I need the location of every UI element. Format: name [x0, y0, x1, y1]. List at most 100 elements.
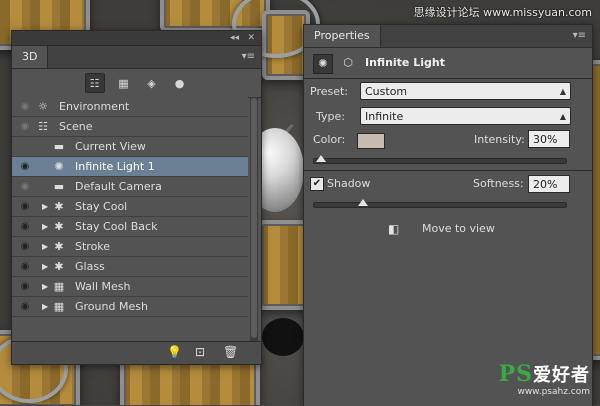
- layer-row[interactable]: ▬ Current View: [12, 137, 248, 157]
- mesh-icon: ✱: [54, 200, 64, 213]
- close-icon[interactable]: ✕: [247, 31, 255, 45]
- layer-label: Current View: [75, 140, 146, 153]
- panel-properties: Properties ▾≡ ✺ ⬡ Infinite Light Preset:…: [303, 24, 593, 406]
- add-light-icon[interactable]: 💡: [167, 345, 182, 359]
- scene-filter-icon[interactable]: ☷: [84, 73, 105, 93]
- intensity-label: Intensity:: [474, 133, 525, 146]
- hole-shape: [262, 318, 304, 356]
- expand-arrow-icon[interactable]: ▶: [42, 197, 48, 216]
- visibility-eye-icon[interactable]: ◉: [16, 97, 34, 116]
- mesh-icon: ✱: [54, 240, 64, 253]
- softness-label: Softness:: [473, 177, 524, 190]
- preset-label: Preset:: [310, 85, 349, 98]
- mesh-icon: ✱: [54, 220, 64, 233]
- coordinates-mode-icon[interactable]: ⬡: [339, 54, 357, 72]
- visibility-eye-icon[interactable]: ◉: [16, 197, 34, 216]
- softness-slider-knob[interactable]: [358, 199, 369, 206]
- layer-label: Scene: [59, 120, 93, 133]
- expand-arrow-icon[interactable]: ▶: [42, 297, 48, 316]
- infinite-light-icon: ✺: [54, 160, 64, 173]
- layer-label: Stroke: [75, 240, 111, 253]
- layer-label: Stay Cool Back: [75, 220, 158, 233]
- collapse-icon[interactable]: ◂◂: [230, 31, 239, 45]
- visibility-eye-icon[interactable]: ◉: [16, 277, 34, 296]
- intensity-slider[interactable]: [313, 158, 567, 164]
- type-value: Infinite: [365, 110, 404, 123]
- move-to-view-icon: ◧: [388, 222, 400, 236]
- expand-arrow-icon[interactable]: ▶: [42, 237, 48, 256]
- layer-row[interactable]: ◉ ▶ ✱ Stroke: [12, 237, 248, 257]
- visibility-eye-icon[interactable]: ◉: [16, 117, 34, 136]
- panel-3d: ◂◂ ✕ 3D ▾≡ ☷ ▦ ◈ ● ◉ ☼ Environment ◉ ☷ Scene ▬ Cur…: [11, 30, 262, 365]
- environment-icon: ☼: [38, 100, 48, 113]
- panel-menu-icon[interactable]: ▾≡: [573, 30, 586, 41]
- layer-row[interactable]: ◉ ▶ ✱ Glass: [12, 257, 248, 277]
- delete-icon[interactable]: 🗑: [223, 345, 238, 359]
- camera-icon: ▬: [53, 140, 65, 153]
- light-filter-icon[interactable]: ●: [171, 74, 189, 92]
- light-mode-icon[interactable]: ✺: [313, 54, 333, 74]
- layer-list: ◉ ☼ Environment ◉ ☷ Scene ▬ Current View ◉ ✺ Infin…: [12, 97, 248, 317]
- visibility-eye-icon[interactable]: ◉: [16, 237, 34, 256]
- layer-label: Default Camera: [75, 180, 162, 193]
- expand-arrow-icon[interactable]: ▶: [42, 277, 48, 296]
- watermark-top: 思缘设计论坛 www.missyuan.com: [413, 6, 592, 19]
- mesh-filter-icon[interactable]: ▦: [115, 74, 133, 92]
- tab-properties[interactable]: Properties: [304, 25, 381, 47]
- type-select[interactable]: Infinite ▲: [360, 107, 571, 125]
- panel-titlebar: ◂◂ ✕: [12, 31, 261, 46]
- expand-arrow-icon[interactable]: ▶: [42, 257, 48, 276]
- watermark-bottom: PS爱好者 www.psahz.com: [499, 361, 590, 397]
- watermark-url: www.psahz.com: [517, 387, 590, 397]
- scrollbar[interactable]: [250, 97, 258, 351]
- filter-toolbar: ☷ ▦ ◈ ●: [12, 69, 261, 98]
- preset-value: Custom: [365, 85, 408, 98]
- layer-label: Environment: [59, 100, 130, 113]
- panel-tabs: Properties ▾≡: [304, 25, 592, 48]
- layer-row[interactable]: ◉ ☷ Scene: [12, 117, 248, 137]
- chevron-updown-icon: ▲: [559, 87, 566, 96]
- expand-arrow-icon[interactable]: ▶: [42, 217, 48, 236]
- render-icon[interactable]: ⊡: [195, 345, 205, 359]
- layer-row[interactable]: ◉ ▶ ✱ Stay Cool Back: [12, 217, 248, 237]
- layer-label: Wall Mesh: [75, 280, 131, 293]
- panel-menu-icon[interactable]: ▾≡: [242, 51, 255, 62]
- layer-row[interactable]: ◉ ▶ ✱ Stay Cool: [12, 197, 248, 217]
- chevron-updown-icon: ▲: [559, 112, 566, 121]
- layer-label: Ground Mesh: [75, 300, 148, 313]
- layer-row[interactable]: ◉ ▬ Default Camera: [12, 177, 248, 197]
- properties-title: Infinite Light: [365, 56, 445, 69]
- intensity-input[interactable]: 30%: [528, 130, 570, 148]
- panel-tabs: 3D ▾≡: [12, 46, 261, 69]
- layer-label: Infinite Light 1: [75, 160, 155, 173]
- scene-icon: ☷: [38, 120, 48, 133]
- preset-select[interactable]: Custom ▲: [360, 82, 571, 100]
- scroll-thumb[interactable]: [251, 98, 257, 338]
- mesh-icon: ✱: [54, 260, 64, 273]
- material-filter-icon[interactable]: ◈: [143, 74, 161, 92]
- type-label: Type:: [316, 110, 345, 123]
- move-to-view-label: Move to view: [422, 222, 495, 235]
- tab-3d[interactable]: 3D: [12, 46, 49, 68]
- mesh-icon: ▦: [53, 280, 65, 293]
- visibility-eye-icon[interactable]: ◉: [16, 297, 34, 316]
- watermark-logo: PS爱好者: [498, 361, 590, 387]
- layer-row[interactable]: ◉ ✺ Infinite Light 1: [12, 157, 248, 177]
- layer-label: Glass: [75, 260, 105, 273]
- layer-row[interactable]: ◉ ▶ ▦ Wall Mesh: [12, 277, 248, 297]
- color-swatch[interactable]: [357, 133, 385, 149]
- intensity-slider-knob[interactable]: [315, 155, 326, 162]
- color-label: Color:: [313, 133, 346, 146]
- divider: [304, 170, 592, 171]
- visibility-eye-icon[interactable]: ◉: [16, 177, 34, 196]
- shadow-checkbox[interactable]: ✔: [310, 177, 324, 191]
- softness-slider[interactable]: [313, 202, 567, 208]
- layer-row[interactable]: ◉ ▶ ▦ Ground Mesh: [12, 297, 248, 317]
- visibility-eye-icon[interactable]: ◉: [16, 217, 34, 236]
- visibility-eye-icon[interactable]: ◉: [16, 257, 34, 276]
- layer-row[interactable]: ◉ ☼ Environment: [12, 97, 248, 117]
- camera-icon: ▬: [53, 180, 65, 193]
- panel-bottom-bar: 💡 ⊡ 🗑: [12, 341, 261, 364]
- visibility-eye-icon[interactable]: ◉: [16, 157, 34, 176]
- softness-input[interactable]: 20%: [528, 175, 570, 193]
